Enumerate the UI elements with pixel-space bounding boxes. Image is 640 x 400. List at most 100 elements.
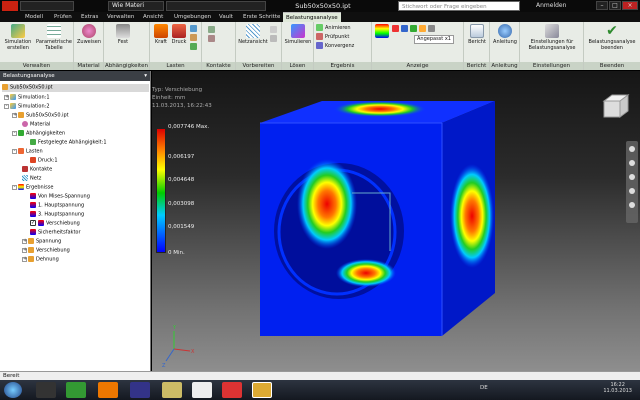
contact-tools[interactable] bbox=[208, 26, 217, 44]
tab-vault[interactable]: Vault bbox=[216, 12, 236, 22]
displacement-scale-dropdown[interactable]: Angepasst x1 bbox=[414, 35, 454, 44]
finish-analysis-button[interactable]: ✔ Belastungsanalyse beenden bbox=[585, 24, 639, 51]
collapse-toggle-icon[interactable]: - bbox=[12, 184, 17, 190]
tab-extras[interactable]: Extras bbox=[78, 12, 101, 22]
taskbar-app-cat[interactable] bbox=[36, 382, 56, 398]
fea-model[interactable]: Y X Z bbox=[152, 71, 640, 371]
load-options[interactable] bbox=[190, 25, 199, 52]
navigation-bar[interactable] bbox=[626, 141, 638, 223]
start-button[interactable] bbox=[4, 382, 22, 398]
guide-button[interactable]: Anleitung bbox=[491, 24, 519, 45]
tab-verwalten[interactable]: Verwalten bbox=[104, 12, 137, 22]
tree-node-principal-1[interactable]: 1. Hauptspannung bbox=[30, 202, 84, 210]
panel-verwalten: Simulation erstellen Parametrische Tabel… bbox=[0, 22, 74, 70]
report-button[interactable]: Bericht bbox=[465, 24, 489, 45]
tab-erste-schritte[interactable]: Erste Schritte bbox=[240, 12, 283, 22]
force-button[interactable]: Kraft bbox=[152, 24, 170, 45]
tree-node-simulation-1[interactable]: + Simulation:1 bbox=[4, 94, 50, 102]
quick-access-tools[interactable] bbox=[166, 1, 266, 11]
browser-menu-icon[interactable]: ▾ bbox=[144, 71, 147, 81]
panel-anzeige: Angepasst x1 Anzeige bbox=[372, 22, 464, 70]
convergence-label: Konvergenz bbox=[325, 43, 355, 49]
expand-toggle-icon[interactable]: + bbox=[12, 112, 17, 118]
expand-toggle-icon[interactable]: + bbox=[22, 238, 27, 244]
viewcube-icon[interactable] bbox=[602, 94, 630, 118]
taskbar-app-icq[interactable] bbox=[66, 382, 86, 398]
taskbar-app-red[interactable] bbox=[222, 382, 242, 398]
tree-node-material[interactable]: Material bbox=[22, 121, 50, 129]
taskbar-app-explorer[interactable] bbox=[162, 382, 182, 398]
tree-node-part-ref[interactable]: + Sub50x50x50.ipt bbox=[12, 112, 69, 120]
tree-node-displacement[interactable]: + Verschiebung bbox=[22, 247, 70, 255]
simulate-button[interactable]: Simulieren bbox=[284, 24, 312, 45]
login-link[interactable]: Anmelden bbox=[536, 0, 566, 12]
help-search-input[interactable]: Stichwort oder Frage eingeben bbox=[398, 1, 520, 11]
tab-belastungsanalyse[interactable]: Belastungsanalyse bbox=[283, 12, 341, 22]
tab-modell[interactable]: Modell bbox=[22, 12, 46, 22]
guide-label: Anleitung bbox=[493, 39, 517, 45]
tree-node-stress[interactable]: + Spannung bbox=[22, 238, 61, 246]
parametric-table-label: Parametrische Tabelle bbox=[36, 39, 72, 51]
maximize-button[interactable]: □ bbox=[609, 1, 621, 10]
tree-node-constraints[interactable]: - Abhängigkeiten bbox=[12, 130, 65, 138]
color-bar-button[interactable] bbox=[374, 24, 390, 39]
app-menu-button[interactable] bbox=[2, 1, 18, 11]
tree-node-loads[interactable]: - Lasten bbox=[12, 148, 43, 156]
parametric-table-button[interactable]: Parametrische Tabelle bbox=[36, 24, 72, 51]
create-simulation-button[interactable]: Simulation erstellen bbox=[2, 24, 34, 51]
tree-node-simulation-2[interactable]: - Simulation:2 bbox=[4, 103, 50, 111]
tree-node-part[interactable]: Sub50x50x50.ipt bbox=[2, 84, 149, 92]
stress-settings-label: Einstellungen für Belastungsanalyse bbox=[528, 39, 576, 51]
tree-node-principal-3[interactable]: 3. Hauptspannung bbox=[30, 211, 84, 219]
animate-button[interactable]: Animieren bbox=[316, 24, 351, 33]
convergence-button[interactable]: Konvergenz bbox=[316, 42, 354, 51]
taskbar-app-media[interactable] bbox=[130, 382, 150, 398]
tree-node-displacement-active[interactable]: ✓ Verschiebung bbox=[30, 220, 80, 228]
display-options[interactable] bbox=[392, 25, 437, 34]
panel-title-verwalten: Verwalten bbox=[0, 62, 73, 70]
force-arrow-icon bbox=[154, 24, 168, 38]
fixed-constraint-button[interactable]: Fest bbox=[112, 24, 134, 45]
tree-node-strain[interactable]: + Dehnung bbox=[22, 256, 59, 264]
results-icon bbox=[18, 184, 24, 190]
tab-umgebungen[interactable]: Umgebungen bbox=[171, 12, 214, 22]
taskbar-app-inventor[interactable] bbox=[252, 382, 272, 398]
material-dropdown[interactable]: Wie Materi bbox=[108, 1, 164, 11]
stress-settings-button[interactable]: Einstellungen für Belastungsanalyse bbox=[522, 24, 582, 51]
tab-pruefen[interactable]: Prüfen bbox=[51, 12, 75, 22]
tree-node-label: Abhängigkeiten bbox=[26, 130, 66, 137]
mesh-view-button[interactable]: Netzansicht bbox=[237, 24, 269, 45]
mesh-settings[interactable] bbox=[270, 26, 279, 44]
tree-node-results[interactable]: - Ergebnisse bbox=[12, 184, 53, 192]
tree-node-contacts[interactable]: Kontakte bbox=[22, 166, 52, 174]
expand-toggle-icon[interactable]: + bbox=[22, 256, 27, 262]
collapse-toggle-icon[interactable]: - bbox=[12, 130, 17, 136]
panel-title-bericht: Bericht bbox=[464, 62, 489, 70]
collapse-toggle-icon[interactable]: - bbox=[12, 148, 17, 154]
system-clock[interactable]: 16:22 11.03.2013 bbox=[603, 382, 632, 394]
probe-button[interactable]: Prüfpunkt bbox=[316, 33, 349, 42]
tree-node-safety-factor[interactable]: Sicherheitsfaktor bbox=[30, 229, 81, 237]
tree-node-fixed-constraint[interactable]: Festgelegte Abhängigkeit:1 bbox=[30, 139, 107, 147]
graphics-viewport[interactable]: Typ: Verschiebung Einheit: mm 11.03.2013… bbox=[152, 71, 640, 371]
expand-toggle-icon[interactable]: + bbox=[4, 94, 9, 100]
expand-toggle-icon[interactable]: + bbox=[22, 247, 27, 253]
collapse-toggle-icon[interactable]: - bbox=[4, 103, 9, 109]
close-button[interactable]: × bbox=[622, 1, 638, 10]
tree-node-von-mises[interactable]: Von Mises-Spannung bbox=[30, 193, 90, 201]
quick-access-toolbar[interactable] bbox=[20, 1, 74, 11]
assign-label: Zuweisen bbox=[77, 39, 101, 45]
taskbar-app-editor[interactable] bbox=[192, 382, 212, 398]
hole-hotspot-left bbox=[297, 159, 357, 249]
taskbar-app-firefox[interactable] bbox=[98, 382, 118, 398]
panel-title-kontakte: Kontakte bbox=[202, 62, 235, 70]
assign-material-button[interactable]: Zuweisen bbox=[75, 24, 103, 45]
panel-abhaengigkeiten: Fest Abhängigkeiten bbox=[104, 22, 150, 70]
minimize-button[interactable]: – bbox=[596, 1, 608, 10]
language-indicator[interactable]: DE bbox=[480, 385, 488, 391]
tree-node-mesh[interactable]: Netz bbox=[22, 175, 41, 183]
pressure-button[interactable]: Druck bbox=[170, 24, 188, 45]
tree-node-pressure[interactable]: Druck:1 bbox=[30, 157, 58, 165]
tree-node-label: Verschiebung bbox=[46, 220, 80, 227]
tab-ansicht[interactable]: Ansicht bbox=[140, 12, 166, 22]
